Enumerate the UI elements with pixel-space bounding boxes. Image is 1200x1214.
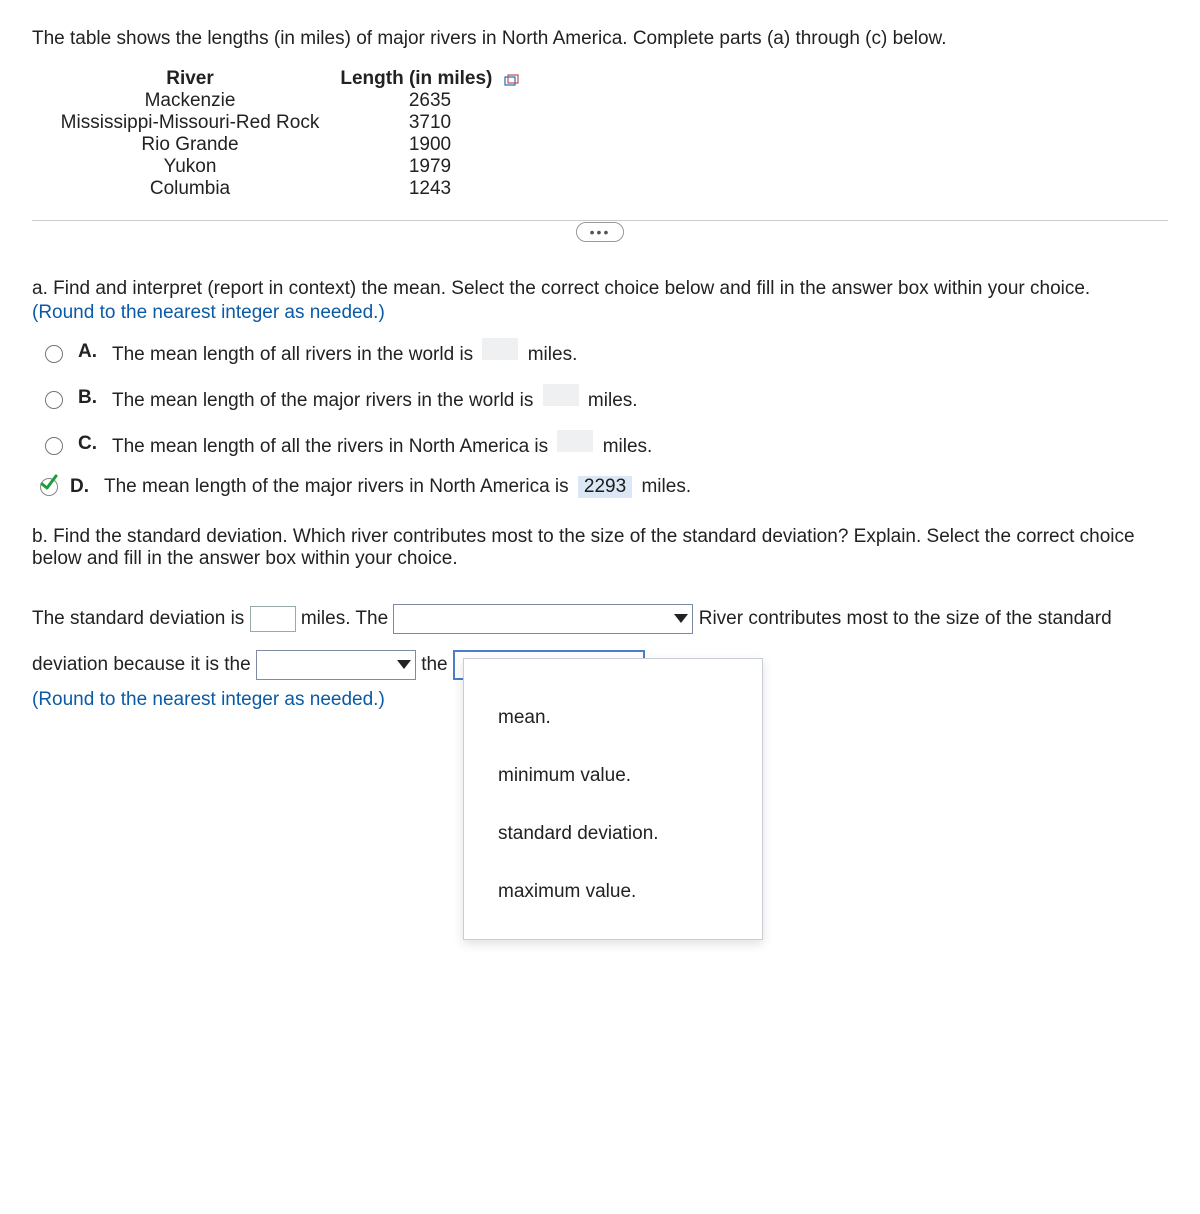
radio-b[interactable] — [45, 391, 63, 409]
part-a-hint: (Round to the nearest integer as needed.… — [32, 302, 1168, 324]
cell-river: Mackenzie — [40, 90, 340, 112]
checkmark-icon — [39, 473, 59, 493]
dropdown-option[interactable]: maximum value. — [464, 863, 762, 921]
choice-d[interactable]: D. The mean length of the major rivers i… — [40, 476, 1168, 498]
radio-a[interactable] — [45, 345, 63, 363]
choice-text: The mean length of the major rivers in t… — [112, 384, 638, 412]
dropdown-option[interactable]: standard deviation. — [464, 805, 762, 863]
cell-length: 3710 — [340, 112, 520, 134]
choice-letter: D. — [70, 476, 92, 498]
dropdown-option[interactable]: mean. — [464, 689, 762, 747]
part-a-prompt: a. Find and interpret (report in context… — [32, 278, 1168, 300]
choice-letter: B. — [78, 387, 100, 409]
table-row: Rio Grande 1900 — [40, 134, 1168, 156]
radio-d-correct[interactable] — [40, 478, 58, 496]
answer-blank[interactable] — [557, 430, 593, 452]
answer-blank-filled[interactable]: 2293 — [578, 476, 632, 498]
radio-c[interactable] — [45, 437, 63, 455]
answer-blank[interactable] — [543, 384, 579, 406]
choice-text: The mean length of the major rivers in N… — [104, 476, 691, 498]
table-header-river: River — [40, 68, 340, 90]
choice-c[interactable]: C. The mean length of all the rivers in … — [40, 430, 1168, 458]
part-b-prompt: b. Find the standard deviation. Which ri… — [32, 526, 1168, 570]
table-row: Mackenzie 2635 — [40, 90, 1168, 112]
cell-river: Rio Grande — [40, 134, 340, 156]
cell-length: 2635 — [340, 90, 520, 112]
chevron-down-icon — [397, 660, 411, 669]
table-row: Mississippi-Missouri-Red Rock 3710 — [40, 112, 1168, 134]
answer-blank[interactable] — [482, 338, 518, 360]
dropdown-option[interactable]: minimum value. — [464, 747, 762, 805]
popup-icon[interactable] — [504, 72, 520, 86]
cell-length: 1900 — [340, 134, 520, 156]
river-dropdown[interactable] — [393, 604, 693, 634]
cell-river: Mississippi-Missouri-Red Rock — [40, 112, 340, 134]
river-table: River Length (in miles) Mackenzie 2635 M… — [40, 68, 1168, 200]
choice-text: The mean length of all rivers in the wor… — [112, 338, 577, 366]
choice-text: The mean length of all the rivers in Nor… — [112, 430, 652, 458]
choice-letter: A. — [78, 341, 100, 363]
cell-length: 1243 — [340, 178, 520, 200]
choice-a[interactable]: A. The mean length of all rivers in the … — [40, 338, 1168, 366]
table-row: Columbia 1243 — [40, 178, 1168, 200]
chevron-down-icon — [674, 614, 688, 623]
choice-letter: C. — [78, 433, 100, 455]
cell-river: Yukon — [40, 156, 340, 178]
cell-length: 1979 — [340, 156, 520, 178]
reason2-dropdown-panel[interactable]: mean. minimum value. standard deviation.… — [463, 658, 763, 940]
more-button[interactable]: ••• — [576, 222, 624, 242]
cell-river: Columbia — [40, 178, 340, 200]
stddev-input[interactable] — [250, 606, 296, 632]
choice-b[interactable]: B. The mean length of the major rivers i… — [40, 384, 1168, 412]
reason1-dropdown[interactable] — [256, 650, 416, 680]
table-header-length: Length (in miles) — [340, 68, 520, 90]
table-row: Yukon 1979 — [40, 156, 1168, 178]
problem-intro: The table shows the lengths (in miles) o… — [32, 28, 1168, 50]
section-divider — [32, 220, 1168, 221]
